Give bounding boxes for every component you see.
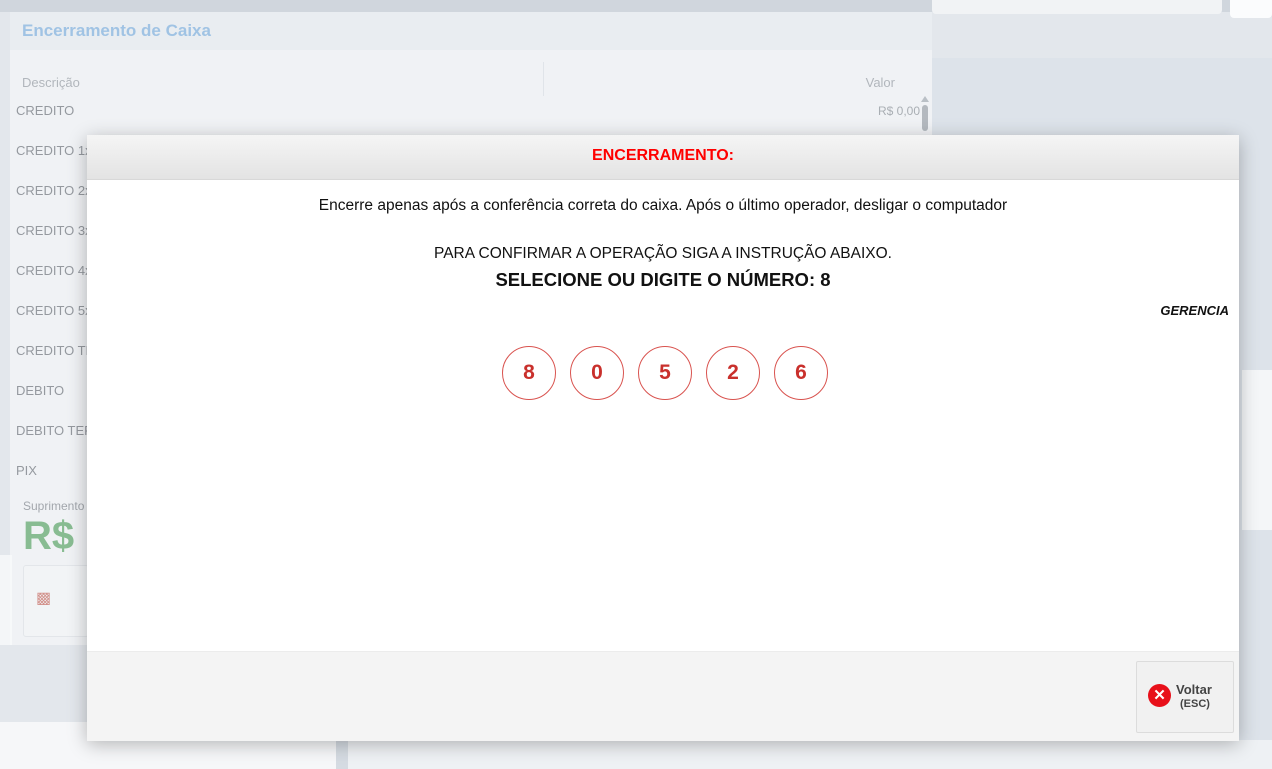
digit-button[interactable]: 6 <box>774 346 828 400</box>
digit-button[interactable]: 5 <box>638 346 692 400</box>
digit-options: 8 0 5 2 6 <box>502 346 842 400</box>
column-value: Valor <box>865 75 895 90</box>
column-description: Descrição <box>22 75 80 90</box>
money-bag-icon: ▩ <box>36 590 52 607</box>
back-button-shortcut: (ESC) <box>1180 698 1210 710</box>
scrollbar[interactable] <box>920 94 930 134</box>
close-circle-icon: ✕ <box>1148 684 1171 707</box>
background-tile <box>1230 0 1272 18</box>
dialog-title: ENCERRAMENTO: <box>87 135 1239 180</box>
back-button[interactable]: ✕ Voltar (ESC) <box>1136 661 1234 733</box>
background-tile <box>932 0 1222 14</box>
table-row[interactable]: CREDITO R$ 0,00 <box>10 92 920 132</box>
suprimento-label: Suprimento <box>23 499 85 513</box>
back-button-label: Voltar <box>1176 682 1212 697</box>
instruction-text: PARA CONFIRMAR A OPERAÇÃO SIGA A INSTRUÇ… <box>434 245 892 262</box>
prompt-text: SELECIONE OU DIGITE O NÚMERO: 8 <box>495 269 831 290</box>
background-card <box>348 740 1272 769</box>
suprimento-value: R$ <box>23 514 75 558</box>
window-title: Encerramento de Caixa <box>10 12 932 50</box>
suprimento-card[interactable]: ▩ <box>23 565 89 637</box>
warning-message: Encerre apenas após a conferência corret… <box>318 197 1008 214</box>
digit-button[interactable]: 8 <box>502 346 556 400</box>
scroll-up-icon[interactable] <box>921 96 929 102</box>
background-card <box>1242 370 1272 530</box>
closing-confirmation-dialog: ENCERRAMENTO: Encerre apenas após a conf… <box>87 135 1239 741</box>
scroll-thumb[interactable] <box>922 105 928 131</box>
digit-button[interactable]: 2 <box>706 346 760 400</box>
digit-button[interactable]: 0 <box>570 346 624 400</box>
column-divider <box>543 62 544 96</box>
user-role: GERENCIA <box>1160 303 1229 318</box>
dialog-footer: ✕ Voltar (ESC) <box>87 651 1239 741</box>
